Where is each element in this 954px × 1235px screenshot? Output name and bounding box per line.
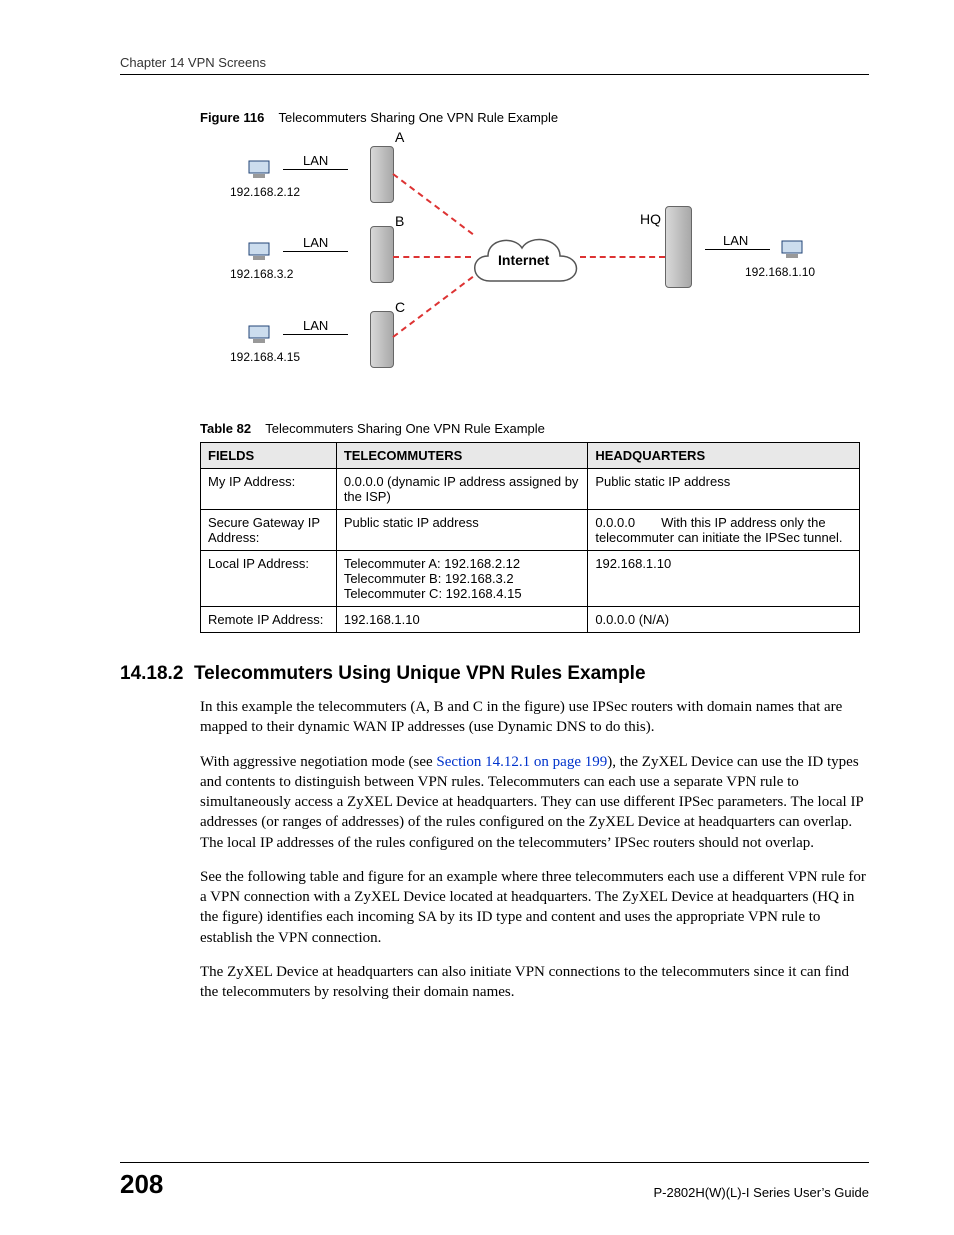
node-a-label: A [395,129,404,145]
cell-hq: 192.168.1.10 [588,551,860,607]
figure-label: Figure 116 [200,110,264,125]
node-hq-label: HQ [640,211,661,227]
ip-a: 192.168.2.12 [230,185,300,199]
page-footer: 208 P-2802H(W)(L)-I Series User’s Guide [120,1162,869,1200]
internet-cloud-icon: Internet [460,226,590,296]
lan-line-c [283,334,348,335]
node-b-label: B [395,213,404,229]
router-b-icon [370,226,394,283]
pc-c-icon [247,324,275,346]
router-a-icon [370,146,394,203]
table-row: Secure Gateway IP Address: Public static… [201,510,860,551]
th-headquarters: HEADQUARTERS [588,443,860,469]
lan-a-label: LAN [303,153,328,168]
table-label: Table 82 [200,421,251,436]
cell-field: Secure Gateway IP Address: [201,510,337,551]
table-body: My IP Address: 0.0.0.0 (dynamic IP addre… [201,469,860,633]
table-row: Local IP Address: Telecommuter A: 192.16… [201,551,860,607]
paragraph: The ZyXEL Device at headquarters can als… [200,962,869,1003]
table-title: Telecommuters Sharing One VPN Rule Examp… [265,421,545,436]
para-1: In this example the telecommuters (A, B … [200,699,842,735]
th-telecommuters: TELECOMMUTERS [336,443,588,469]
cross-ref-link[interactable]: Section 14.12.1 on page 199 [436,754,607,770]
cell-field: Local IP Address: [201,551,337,607]
section-heading: 14.18.2 Telecommuters Using Unique VPN R… [120,663,869,685]
ip-c: 192.168.4.15 [230,350,300,364]
para-4: The ZyXEL Device at headquarters can als… [200,964,849,1000]
cell-tele: Telecommuter A: 192.168.2.12 Telecommute… [336,551,588,607]
vpn-line-hq [580,256,665,258]
para-3: See the following table and figure for a… [200,869,866,946]
para-2a: With aggressive negotiation mode (see [200,754,436,770]
vpn-line-b [393,256,471,258]
chapter-header: Chapter 14 VPN Screens [120,55,869,75]
cell-hq: Public static IP address [588,469,860,510]
table-row: My IP Address: 0.0.0.0 (dynamic IP addre… [201,469,860,510]
paragraph: With aggressive negotiation mode (see Se… [200,752,869,853]
lan-line-hq [705,249,770,250]
figure-caption: Figure 116 Telecommuters Sharing One VPN… [200,110,869,125]
pc-b-icon [247,241,275,263]
node-c-label: C [395,299,405,315]
table-row: Remote IP Address: 192.168.1.10 0.0.0.0 … [201,607,860,633]
chapter-title: Chapter 14 VPN Screens [120,55,266,70]
vpn-line-a [392,173,473,235]
internet-label: Internet [498,252,549,268]
lan-hq-label: LAN [723,233,748,248]
guide-title: P-2802H(W)(L)-I Series User’s Guide [653,1185,869,1200]
cell-hq: 0.0.0.0 (N/A) [588,607,860,633]
cell-tele: Public static IP address [336,510,588,551]
section-title: Telecommuters Using Unique VPN Rules Exa… [194,663,646,684]
network-diagram: A B C HQ LAN LAN LAN LAN 192.168.2.12 19… [225,131,825,391]
cell-hq: 0.0.0.0 With this IP address only the te… [588,510,860,551]
lan-line-a [283,169,348,170]
ip-b: 192.168.3.2 [230,267,293,281]
cell-tele: 0.0.0.0 (dynamic IP address assigned by … [336,469,588,510]
table-caption: Table 82 Telecommuters Sharing One VPN R… [200,421,869,436]
th-fields: FIELDS [201,443,337,469]
cell-field: Remote IP Address: [201,607,337,633]
router-hq-icon [665,206,692,288]
section-number: 14.18.2 [120,663,183,684]
page-number: 208 [120,1169,163,1200]
lan-c-label: LAN [303,318,328,333]
paragraph: In this example the telecommuters (A, B … [200,697,869,738]
lan-line-b [283,251,348,252]
figure-title: Telecommuters Sharing One VPN Rule Examp… [279,110,559,125]
router-c-icon [370,311,394,368]
pc-hq-icon [780,239,808,261]
pc-a-icon [247,159,275,181]
paragraph: See the following table and figure for a… [200,867,869,948]
cell-field: My IP Address: [201,469,337,510]
cell-tele: 192.168.1.10 [336,607,588,633]
ip-hq: 192.168.1.10 [745,265,815,279]
vpn-rule-table: FIELDS TELECOMMUTERS HEADQUARTERS My IP … [200,442,860,633]
lan-b-label: LAN [303,235,328,250]
